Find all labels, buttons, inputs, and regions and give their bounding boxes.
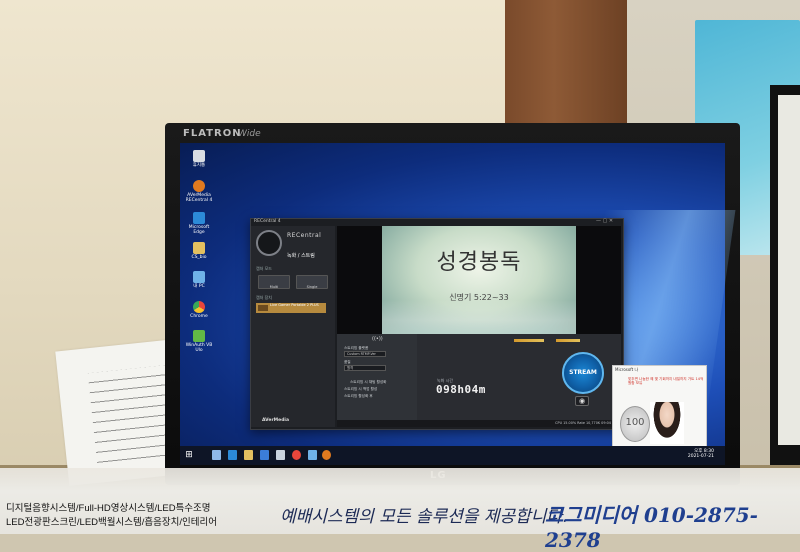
desktop-icon-label: CS_bio: [191, 255, 207, 260]
desktop-icon-edge[interactable]: Microsoft Edge: [184, 212, 214, 235]
folder-icon: [193, 242, 205, 254]
current-mode[interactable]: 녹화 / 스트림: [287, 252, 315, 259]
snapshot-camera-icon[interactable]: ◉: [575, 396, 589, 406]
taskbar-mail-icon[interactable]: [276, 450, 285, 460]
single-mode-button[interactable]: Single: [296, 275, 328, 289]
taskbar-edge-icon[interactable]: [228, 450, 237, 460]
slide-subtitle: 신명기 5:22~33: [449, 293, 509, 302]
banner-services-line1: 디지털음향시스템/Full-HD영상시스템/LED특수조명: [6, 503, 211, 514]
taskbar-recentral-icon[interactable]: [322, 450, 331, 460]
broadcast-icon[interactable]: ((•)): [372, 336, 383, 342]
desktop-icon-folder[interactable]: CS_bio: [184, 242, 214, 260]
side-monitor-screen: [778, 95, 800, 445]
recentral-logo-icon: [256, 230, 282, 256]
device-thumbnail-icon: [258, 305, 268, 311]
quality-select[interactable]: 원격: [344, 365, 386, 371]
window-controls[interactable]: — ▢ ✕: [596, 218, 613, 224]
desktop-icon-label: Chrome: [190, 314, 208, 319]
person-photo: [650, 402, 684, 444]
edge-browser-icon: [193, 212, 205, 224]
taskbar-chrome-icon[interactable]: [292, 450, 301, 460]
windows-start-icon[interactable]: ⊞: [184, 450, 194, 460]
winauth-app-icon: [193, 330, 205, 342]
slide-title: 성경봉독: [436, 250, 522, 275]
chrome-browser-icon: [193, 301, 205, 313]
desktop-icon-recentral[interactable]: AVerMedia RECentral 4: [184, 180, 214, 203]
recentral-app-icon: [193, 180, 205, 192]
option-chat-checkbox[interactable]: 스트리밍 시 채팅 활성화: [350, 380, 387, 385]
volume-meter[interactable]: [514, 339, 544, 342]
desktop-icon-label: 휴지통: [192, 163, 206, 168]
banner-services-line2: LED전광판스크린/LED백월시스템/흡음장치/인테리어: [6, 517, 217, 528]
desktop-icon-chrome[interactable]: Chrome: [184, 301, 214, 319]
capture-device-label: 캡처 장치: [256, 295, 272, 300]
taskbar-search-icon[interactable]: [212, 450, 221, 460]
monitor-brand: FLATRON: [183, 128, 242, 139]
window-title: RECentral 4: [254, 219, 281, 224]
recording-time: 098h04m: [436, 383, 486, 396]
notification-title: Microsoft 나: [615, 367, 639, 372]
desktop-icon-this-pc[interactable]: 내 PC: [184, 271, 214, 289]
avermedia-logo: AVerMedia: [262, 418, 290, 423]
coin-image: 100: [620, 406, 650, 442]
taskbar-app-icon[interactable]: [308, 450, 317, 460]
option-backup-label[interactable]: 스트리밍 시 백업 활성: [344, 387, 377, 392]
taskbar-date: 2021-07-21: [687, 454, 714, 459]
recentral-logo-text: RECentral: [287, 232, 322, 239]
desktop-icon-label: AVerMedia RECentral 4: [185, 193, 213, 203]
banner-phone: 코그미디어 010-2875-2378: [545, 503, 758, 552]
taskbar-store-icon[interactable]: [260, 450, 269, 460]
desktop-icon-label: Microsoft Edge: [188, 225, 210, 235]
slide-clouds: [382, 300, 576, 334]
stream-button[interactable]: STREAM: [562, 352, 604, 394]
platform-select[interactable]: Custom RTMP-Ver: [344, 351, 386, 357]
desktop-icon-label: 내 PC: [193, 284, 205, 289]
multi-mode-button[interactable]: Multi: [258, 275, 290, 289]
taskbar-folder-icon[interactable]: [244, 450, 253, 460]
status-bar: CPU 15.00% Rate 10,770K 09:04 PM: [337, 420, 621, 427]
desktop-icon-label: WinAuth VB Ulo: [185, 343, 213, 353]
volume-meter-2[interactable]: [556, 339, 580, 342]
desktop-icon-recycle-bin[interactable]: 휴지통: [184, 150, 214, 168]
option-after-label[interactable]: 스트리밍 활성화 후: [344, 394, 373, 399]
notification-body: 맞추면 나눔한 혜 몇 기회까지 내일까지 가트 14억 원합 보유: [628, 377, 704, 386]
monitor-brand-sub: Wide: [238, 129, 261, 139]
taskbar-clock[interactable]: 오후 8:30 2021-07-21: [680, 449, 714, 459]
recycle-bin-icon: [193, 150, 205, 162]
banner-tagline: 예배시스템의 모든 솔루션을 제공합니다.: [280, 507, 568, 527]
desktop-icon-winauth[interactable]: WinAuth VB Ulo: [184, 330, 214, 353]
computer-icon: [193, 271, 205, 283]
capture-mode-label: 캡처 모드: [256, 266, 272, 271]
